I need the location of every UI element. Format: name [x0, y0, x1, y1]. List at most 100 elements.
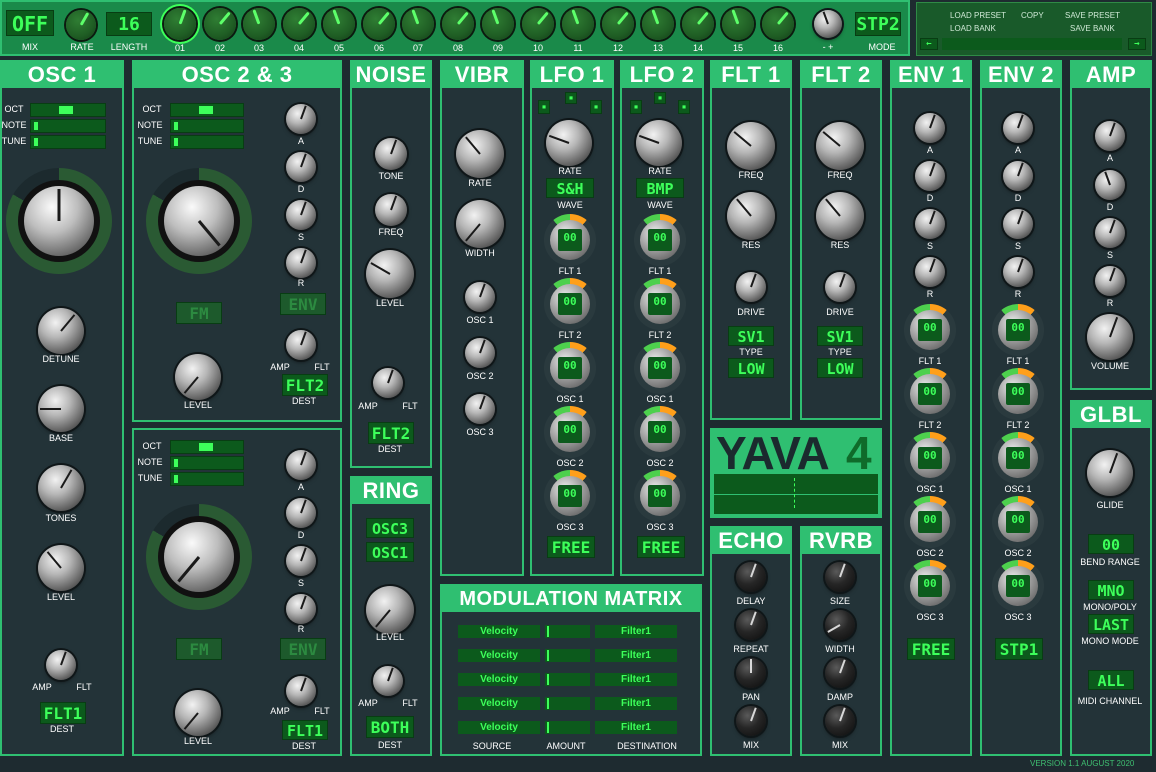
osc3-dest-display[interactable]: FLT1: [282, 720, 328, 740]
env1-mod-knob-3[interactable]: 00: [904, 432, 956, 484]
step-knob-05[interactable]: [323, 8, 355, 40]
matrix-destination-3[interactable]: Filter1: [595, 673, 677, 686]
flt2-mode-display[interactable]: LOW: [817, 358, 863, 378]
osc2-fm-display[interactable]: FM: [176, 302, 222, 324]
lfo1-wave-display[interactable]: S&H: [546, 178, 594, 198]
rvrb-mix-knob[interactable]: [825, 706, 855, 736]
glbl-midi-display[interactable]: ALL: [1088, 670, 1134, 690]
step-knob-07[interactable]: [402, 8, 434, 40]
osc1-wave-knob[interactable]: [6, 168, 112, 274]
lfo2-mod-knob-2[interactable]: 00: [634, 278, 686, 330]
lfo2-sync-left[interactable]: ▪: [630, 100, 642, 114]
amp-s-knob[interactable]: [1095, 218, 1125, 248]
noise-level-knob[interactable]: [366, 250, 414, 298]
ring-source2-display[interactable]: OSC1: [366, 542, 414, 562]
left-arrow-icon[interactable]: ←: [920, 38, 938, 50]
osc1-note-slider[interactable]: [30, 119, 106, 133]
step-knob-13[interactable]: [642, 8, 674, 40]
osc2-dest-display[interactable]: FLT2: [282, 374, 328, 396]
env1-mode-display[interactable]: FREE: [907, 638, 955, 660]
matrix-source-4[interactable]: Velocity: [458, 697, 540, 710]
osc1-tones-knob[interactable]: [38, 465, 84, 511]
matrix-amount-4[interactable]: [545, 697, 590, 710]
lfo2-wave-display[interactable]: BMP: [636, 178, 684, 198]
osc3-s-knob[interactable]: [286, 546, 316, 576]
osc3-r-knob[interactable]: [286, 594, 316, 624]
flt1-res-knob[interactable]: [727, 192, 775, 240]
step-knob-08[interactable]: [442, 8, 474, 40]
right-arrow-icon[interactable]: →: [1128, 38, 1146, 50]
vibr-rate-knob[interactable]: [456, 130, 504, 178]
step-knob-04[interactable]: [283, 8, 315, 40]
osc1-oct-slider[interactable]: [30, 103, 106, 117]
matrix-source-2[interactable]: Velocity: [458, 649, 540, 662]
step-knob-09[interactable]: [482, 8, 514, 40]
step-knob-01[interactable]: [164, 8, 196, 40]
noise-ampflt-knob[interactable]: [373, 368, 403, 398]
matrix-source-5[interactable]: Velocity: [458, 721, 540, 734]
matrix-destination-1[interactable]: Filter1: [595, 625, 677, 638]
flt1-type-display[interactable]: SV1: [728, 326, 774, 346]
lfo1-rate-knob[interactable]: [546, 120, 592, 166]
lfo2-sync-center[interactable]: ▪: [654, 92, 666, 104]
osc1-level-knob[interactable]: [38, 545, 84, 591]
osc1-ampflt-knob[interactable]: [46, 650, 76, 680]
ring-source1-display[interactable]: OSC3: [366, 518, 414, 538]
lfo1-mod-knob-2[interactable]: 00: [544, 278, 596, 330]
osc2-s-knob[interactable]: [286, 200, 316, 230]
ring-level-knob[interactable]: [366, 586, 414, 634]
step-knob-11[interactable]: [562, 8, 594, 40]
osc2-level-knob[interactable]: [175, 354, 221, 400]
osc3-note-slider[interactable]: [170, 456, 244, 470]
noise-dest-display[interactable]: FLT2: [368, 422, 414, 444]
glbl-bend-display[interactable]: 00: [1088, 534, 1134, 554]
preset-name-field[interactable]: [942, 38, 1122, 50]
flt1-freq-knob[interactable]: [727, 122, 775, 170]
lfo1-mode-display[interactable]: FREE: [547, 536, 595, 558]
flt2-type-display[interactable]: SV1: [817, 326, 863, 346]
noise-tone-knob[interactable]: [375, 138, 407, 170]
env2-mod-knob-3[interactable]: 00: [992, 432, 1044, 484]
env1-s-knob[interactable]: [915, 209, 945, 239]
lfo1-mod-knob-4[interactable]: 00: [544, 406, 596, 458]
matrix-amount-1[interactable]: [545, 625, 590, 638]
env1-mod-knob-1[interactable]: 00: [904, 304, 956, 356]
amp-d-knob[interactable]: [1095, 170, 1125, 200]
step-knob-03[interactable]: [243, 8, 275, 40]
lfo2-rate-knob[interactable]: [636, 120, 682, 166]
noise-freq-knob[interactable]: [375, 194, 407, 226]
lfo1-mod-knob-1[interactable]: 00: [544, 214, 596, 266]
osc2-a-knob[interactable]: [286, 104, 316, 134]
step-knob-15[interactable]: [722, 8, 754, 40]
amp-volume-knob[interactable]: [1087, 314, 1133, 360]
load-bank-button[interactable]: LOAD BANK: [950, 24, 996, 33]
lfo1-sync-center[interactable]: ▪: [565, 92, 577, 104]
mode-knob[interactable]: [814, 10, 842, 38]
matrix-source-1[interactable]: Velocity: [458, 625, 540, 638]
step-knob-10[interactable]: [522, 8, 554, 40]
step-knob-02[interactable]: [204, 8, 236, 40]
step-knob-06[interactable]: [363, 8, 395, 40]
glbl-monopoly-display[interactable]: MNO: [1088, 580, 1134, 600]
osc2-tune-slider[interactable]: [170, 135, 244, 149]
rvrb-damp-knob[interactable]: [825, 658, 855, 688]
step-knob-12[interactable]: [602, 8, 634, 40]
env2-mode-display[interactable]: STP1: [995, 638, 1043, 660]
osc3-ampflt-knob[interactable]: [286, 676, 316, 706]
osc2-env-display[interactable]: ENV: [280, 293, 326, 315]
osc1-tune-slider[interactable]: [30, 135, 106, 149]
osc3-env-display[interactable]: ENV: [280, 638, 326, 660]
rvrb-width-knob[interactable]: [825, 610, 855, 640]
osc1-detune-knob[interactable]: [38, 308, 84, 354]
save-bank-button[interactable]: SAVE BANK: [1070, 24, 1115, 33]
osc3-tune-slider[interactable]: [170, 472, 244, 486]
matrix-destination-5[interactable]: Filter1: [595, 721, 677, 734]
env1-mod-knob-4[interactable]: 00: [904, 496, 956, 548]
glbl-glide-knob[interactable]: [1087, 450, 1133, 496]
ring-ampflt-knob[interactable]: [373, 666, 403, 696]
env2-mod-knob-4[interactable]: 00: [992, 496, 1044, 548]
osc1-dest-display[interactable]: FLT1: [40, 702, 86, 724]
load-preset-button[interactable]: LOAD PRESET: [950, 11, 1006, 20]
matrix-amount-3[interactable]: [545, 673, 590, 686]
copy-button[interactable]: COPY: [1021, 11, 1044, 20]
